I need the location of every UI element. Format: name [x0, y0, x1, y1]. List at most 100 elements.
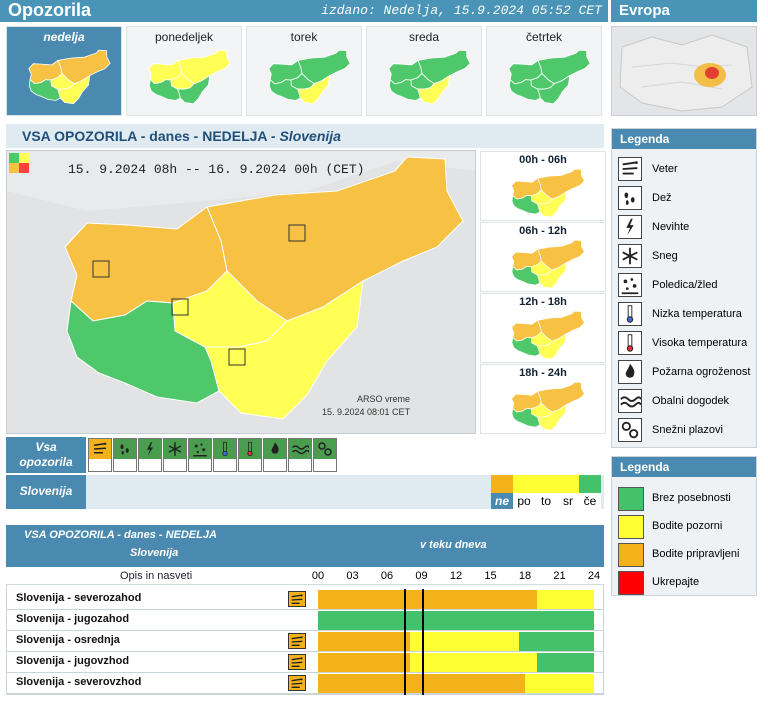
level-label: Bodite pozorni — [652, 520, 723, 532]
high-temperature-icon — [618, 331, 642, 355]
region-name: Slovenija - severozahod — [16, 592, 142, 604]
timeline-subtitle: Slovenija — [130, 547, 179, 559]
wind-icon[interactable] — [288, 633, 306, 649]
hour-tick: 03 — [346, 570, 359, 582]
week-day-level — [513, 475, 535, 493]
ice-icon — [618, 273, 642, 297]
slovenia-warning-map[interactable] — [6, 150, 476, 434]
day-map-thumbnail — [148, 49, 231, 105]
period-map-3[interactable]: 12h - 18h — [480, 293, 606, 363]
wind-icon[interactable] — [288, 591, 306, 607]
region-label-text: Slovenija — [19, 484, 73, 498]
day-tab-4[interactable]: sreda — [366, 26, 482, 116]
timeline-segment-yellow — [536, 590, 594, 609]
timeline-segment-yellow — [410, 653, 537, 672]
period-label: 12h - 18h — [519, 296, 567, 308]
thunderstorm-icon — [618, 215, 642, 239]
type-filter-avalanche[interactable] — [313, 438, 337, 472]
day-tab-3[interactable]: torek — [246, 26, 362, 116]
week-day-ne[interactable]: ne — [491, 475, 513, 509]
period-map-thumbnail — [511, 381, 585, 431]
all-warnings-label[interactable]: Vsa opozorila — [6, 437, 86, 473]
hour-tick: 06 — [380, 570, 394, 582]
legend-label: Nizka temperatura — [652, 308, 742, 320]
week-day-po[interactable]: po — [513, 475, 535, 509]
period-label: 18h - 24h — [519, 367, 567, 379]
europe-link[interactable]: Evropa — [619, 2, 670, 19]
timeline-segment-green — [318, 611, 594, 630]
period-label: 00h - 06h — [519, 154, 567, 166]
ice-icon — [189, 439, 211, 459]
week-day-sr[interactable]: sr — [557, 475, 579, 509]
region-name: Slovenija - severovzhod — [16, 676, 142, 688]
week-day-level — [557, 475, 579, 493]
fire-danger-icon — [618, 360, 642, 384]
credit-time: 15. 9.2024 08:01 CET — [322, 407, 411, 417]
type-filter-low-temperature[interactable] — [213, 438, 237, 472]
timeline-segment-green — [519, 632, 594, 651]
day-tab-5[interactable]: četrtek — [486, 26, 602, 116]
week-day-level — [535, 475, 557, 493]
legend-label: Veter — [652, 163, 678, 175]
day-map-thumbnail — [28, 49, 111, 105]
snow-icon — [164, 439, 186, 459]
timeline-segment-yellow — [525, 674, 594, 693]
type-filter-high-temperature[interactable] — [238, 438, 262, 472]
legend-label: Sneg — [652, 250, 678, 262]
rain-icon — [618, 186, 642, 210]
table-row[interactable]: Slovenija - jugozahod — [6, 610, 604, 631]
description-column-label[interactable]: Opis in nasveti — [120, 570, 192, 582]
period-map-thumbnail — [511, 168, 585, 218]
issued-timestamp: izdano: Nedelja, 15.9.2024 05:52 CET — [321, 3, 602, 18]
current-time-marker — [404, 589, 407, 695]
europe-header[interactable]: Evropa — [611, 0, 757, 22]
wind-icon[interactable] — [288, 675, 306, 691]
avalanche-icon — [618, 418, 642, 442]
region-name: Slovenija - jugozahod — [16, 613, 130, 625]
period-map-1[interactable]: 00h - 06h — [480, 151, 606, 221]
table-row[interactable]: Slovenija - severozahod — [6, 589, 604, 610]
day-tab-label: nedelja — [43, 30, 85, 44]
table-row[interactable]: Slovenija - jugovzhod — [6, 652, 604, 673]
type-filter-snow[interactable] — [163, 438, 187, 472]
low-temperature-icon — [214, 439, 236, 459]
type-filter-wind[interactable] — [88, 438, 112, 472]
current-time-marker — [421, 589, 424, 695]
timeline-segment-orange — [318, 653, 410, 672]
legend-label: Požarna ogroženost — [652, 366, 751, 378]
europe-map[interactable] — [611, 26, 757, 116]
warnings-heading-text: VSA OPOZORILA - danes - NEDELJA - Sloven… — [22, 128, 341, 144]
high-temperature-icon — [239, 439, 261, 459]
week-day-če[interactable]: če — [579, 475, 601, 509]
region-label[interactable]: Slovenija — [6, 475, 86, 509]
legend-label: Dež — [652, 192, 672, 204]
day-tab-label: ponedeljek — [154, 30, 214, 44]
type-filter-ice[interactable] — [188, 438, 212, 472]
week-day-label: ne — [491, 493, 513, 509]
day-tab-1[interactable]: nedelja — [6, 26, 122, 116]
period-map-thumbnail — [511, 239, 585, 289]
day-tab-2[interactable]: ponedeljek — [126, 26, 242, 116]
period-map-2[interactable]: 06h - 12h — [480, 222, 606, 292]
type-filter-fire-danger[interactable] — [263, 438, 287, 472]
timeline-title: VSA OPOZORILA - danes - NEDELJA — [24, 529, 217, 541]
table-row[interactable]: Slovenija - severovzhod — [6, 673, 604, 694]
avalanche-icon — [314, 439, 336, 459]
type-filter-rain[interactable] — [113, 438, 137, 472]
level-label: Bodite pripravljeni — [652, 548, 740, 560]
day-tabs: nedelja ponedeljek torek sreda četrtek — [0, 22, 608, 118]
region-name: Slovenija - osrednja — [16, 634, 120, 646]
period-map-4[interactable]: 18h - 24h — [480, 364, 606, 434]
thunderstorm-icon — [139, 439, 161, 459]
day-map-thumbnail — [388, 49, 471, 105]
page-title: Opozorila — [8, 0, 92, 20]
table-row[interactable]: Slovenija - osrednja — [6, 631, 604, 652]
week-day-to[interactable]: to — [535, 475, 557, 509]
level-label: Brez posebnosti — [652, 492, 731, 504]
type-filter-coastal-event[interactable] — [288, 438, 312, 472]
type-filter-thunderstorm[interactable] — [138, 438, 162, 472]
day-map-thumbnail — [268, 49, 351, 105]
wind-icon[interactable] — [288, 654, 306, 670]
level-swatch — [618, 543, 644, 567]
credit-source: ARSO vreme — [357, 394, 411, 404]
